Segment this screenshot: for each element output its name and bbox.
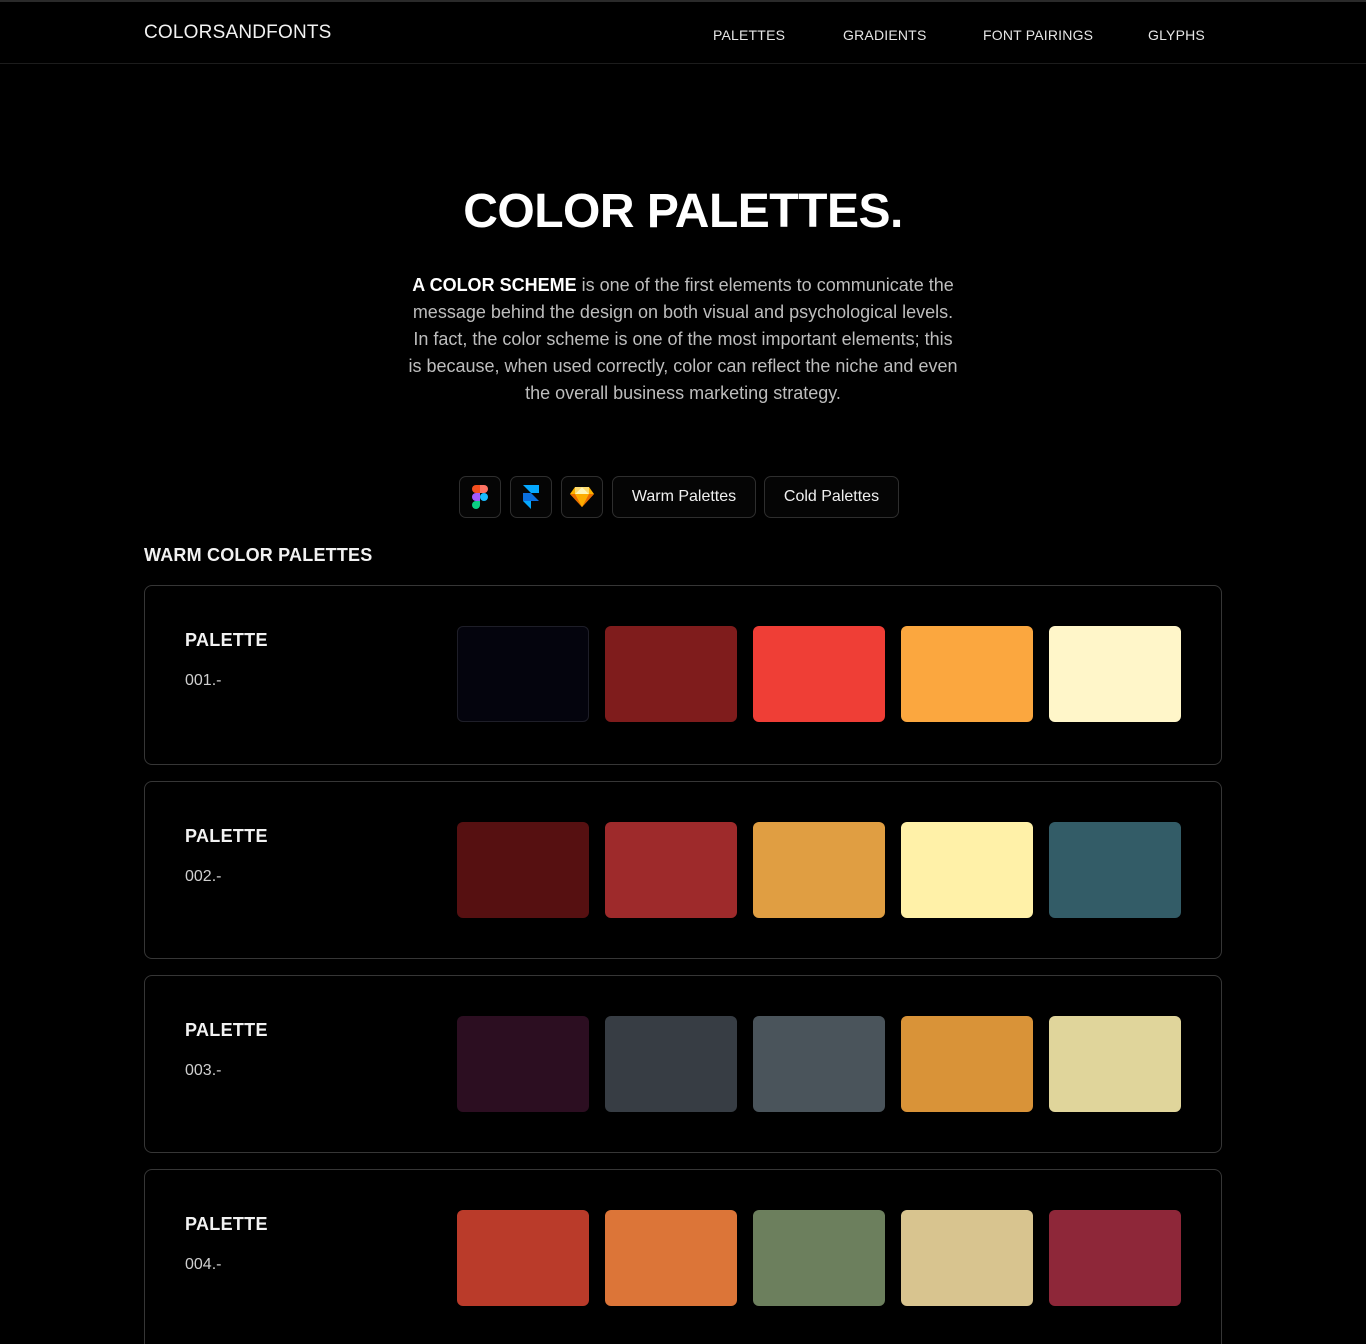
palette-card-001[interactable]: PALETTE 001.-	[144, 585, 1222, 765]
color-swatch[interactable]	[1049, 626, 1181, 722]
color-swatch[interactable]	[605, 626, 737, 722]
color-swatch[interactable]	[901, 822, 1033, 918]
sketch-icon	[570, 487, 594, 507]
palette-label: PALETTE	[185, 630, 268, 650]
page-title: COLOR PALETTES.	[463, 185, 903, 238]
palette-number: 004.-	[185, 1256, 222, 1273]
site-logo[interactable]: COLORSANDFONTS	[144, 22, 332, 44]
cold-palettes-button[interactable]: Cold Palettes	[764, 476, 899, 518]
color-swatch[interactable]	[605, 822, 737, 918]
nav-gradients[interactable]: GRADIENTS	[843, 27, 926, 43]
framer-icon	[523, 485, 539, 509]
color-swatch[interactable]	[1049, 1210, 1181, 1306]
color-swatch[interactable]	[605, 1016, 737, 1112]
color-swatch[interactable]	[901, 1016, 1033, 1112]
palette-label: PALETTE	[185, 1020, 268, 1040]
palette-card-002[interactable]: PALETTE 002.-	[144, 781, 1222, 959]
palette-card-003[interactable]: PALETTE 003.-	[144, 975, 1222, 1153]
figma-button[interactable]	[459, 476, 501, 518]
page: COLORSANDFONTS PALETTES GRADIENTS FONT P…	[0, 0, 1366, 1344]
nav-glyphs[interactable]: GLYPHS	[1148, 27, 1205, 43]
figma-icon	[472, 485, 488, 509]
color-swatch[interactable]	[1049, 822, 1181, 918]
color-swatch[interactable]	[901, 626, 1033, 722]
color-swatch[interactable]	[457, 626, 589, 722]
palette-card-004[interactable]: PALETTE 004.-	[144, 1169, 1222, 1344]
color-swatch[interactable]	[457, 822, 589, 918]
warm-palettes-button[interactable]: Warm Palettes	[612, 476, 756, 518]
framer-button[interactable]	[510, 476, 552, 518]
section-title: WARM COLOR PALETTES	[144, 545, 373, 565]
palette-label: PALETTE	[185, 1214, 268, 1234]
color-swatch[interactable]	[753, 1016, 885, 1112]
color-swatch[interactable]	[457, 1016, 589, 1112]
nav-palettes[interactable]: PALETTES	[713, 27, 785, 43]
intro-bold-term: A COLOR SCHEME	[412, 275, 577, 295]
intro-paragraph: A COLOR SCHEME is one of the first eleme…	[408, 272, 958, 407]
sketch-button[interactable]	[561, 476, 603, 518]
palette-number: 001.-	[185, 672, 222, 689]
nav-font-pairings[interactable]: FONT PAIRINGS	[983, 27, 1093, 43]
color-swatch[interactable]	[753, 626, 885, 722]
top-navigation-bar: COLORSANDFONTS PALETTES GRADIENTS FONT P…	[0, 0, 1366, 64]
color-swatch[interactable]	[605, 1210, 737, 1306]
palette-number: 002.-	[185, 868, 222, 885]
color-swatch[interactable]	[1049, 1016, 1181, 1112]
color-swatch[interactable]	[901, 1210, 1033, 1306]
color-swatch[interactable]	[753, 1210, 885, 1306]
palette-number: 003.-	[185, 1062, 222, 1079]
color-swatch[interactable]	[457, 1210, 589, 1306]
palette-label: PALETTE	[185, 826, 268, 846]
color-swatch[interactable]	[753, 822, 885, 918]
